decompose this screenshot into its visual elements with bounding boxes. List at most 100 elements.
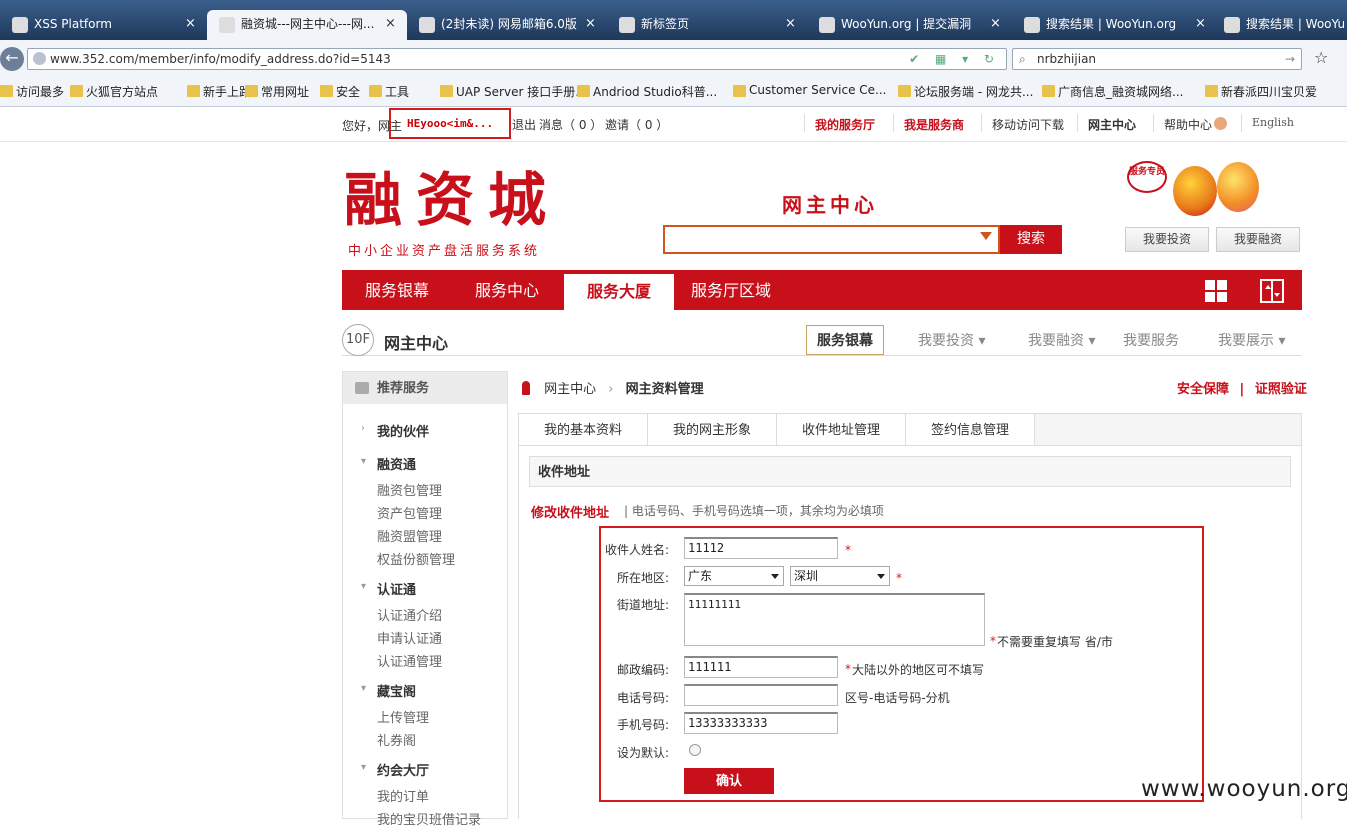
bookmark-label: Customer Service Ce... bbox=[749, 83, 887, 97]
subbar-item[interactable]: 我要融资 ▾ bbox=[1028, 330, 1095, 350]
dropdown-arrow-icon[interactable] bbox=[980, 232, 992, 240]
main-nav-item[interactable]: 服务厅区域 bbox=[676, 270, 786, 310]
sidebar-group[interactable]: 藏宝阁 bbox=[377, 681, 416, 700]
sidebar-item[interactable]: 我的订单 bbox=[377, 786, 429, 805]
sidebar-item[interactable]: 资产包管理 bbox=[377, 503, 442, 522]
bookmark-item[interactable]: 论坛服务端 - 网龙共... bbox=[898, 83, 1033, 100]
invite-link[interactable]: 邀请（ 0 ） bbox=[605, 116, 668, 133]
license-link[interactable]: 证照验证 bbox=[1255, 382, 1307, 397]
main-nav-item-active[interactable]: 服务大厦 bbox=[564, 274, 674, 310]
bookmark-item[interactable]: 新春派四川宝贝爱 bbox=[1205, 83, 1317, 100]
tab-image[interactable]: 我的网主形象 bbox=[648, 414, 777, 445]
zip-input[interactable]: 111111 bbox=[684, 656, 838, 678]
bookmark-item[interactable]: 新手上路 bbox=[187, 83, 251, 100]
grid-icon[interactable] bbox=[1204, 279, 1228, 303]
sidebar-item[interactable]: 融资盟管理 bbox=[377, 526, 442, 545]
tab-title: 新标签页 bbox=[641, 17, 690, 31]
sidebar-group[interactable]: 融资通 bbox=[377, 454, 416, 473]
street-label: 街道地址: bbox=[617, 598, 670, 612]
top-link[interactable]: 网主中心 bbox=[1088, 116, 1136, 133]
subbar-item[interactable]: 我要服务 bbox=[1123, 330, 1179, 350]
sidebar-item[interactable]: 申请认证通 bbox=[377, 628, 442, 647]
bookmark-item[interactable]: UAP Server 接口手册... bbox=[440, 83, 587, 100]
tab-basic-info[interactable]: 我的基本资料 bbox=[519, 414, 648, 445]
browser-tab[interactable]: XSS Platform × bbox=[0, 10, 207, 40]
section-title: 收件地址 bbox=[529, 456, 1291, 487]
browser-tab[interactable]: 搜索结果 | WooYu bbox=[1212, 10, 1347, 40]
bookmark-item[interactable]: Andriod Studio科普... bbox=[577, 83, 717, 100]
url-action-icons[interactable]: ✔ ▦ ▾ ↻ bbox=[909, 49, 1000, 69]
province-select[interactable]: 广东 bbox=[684, 566, 784, 586]
sidebar-group[interactable]: 约会大厅 bbox=[377, 760, 429, 779]
folder-icon bbox=[369, 85, 382, 97]
browser-tab[interactable]: 搜索结果 | WooYun.org × bbox=[1012, 10, 1217, 40]
mobile-input[interactable]: 13333333333 bbox=[684, 712, 838, 734]
subbar-item-active[interactable]: 服务银幕 bbox=[806, 325, 884, 355]
sidebar-group[interactable]: 认证通 bbox=[377, 579, 416, 598]
subbar-item[interactable]: 我要投资 ▾ bbox=[918, 330, 985, 350]
breadcrumb-home[interactable]: 网主中心 bbox=[544, 382, 596, 397]
bookmark-item[interactable]: 访问最多 bbox=[0, 83, 64, 100]
search-go-icon[interactable]: → bbox=[1285, 49, 1295, 69]
subbar-item[interactable]: 我要展示 ▾ bbox=[1218, 330, 1285, 350]
site-search-input[interactable] bbox=[663, 225, 1000, 254]
browser-tab[interactable]: (2封未读) 网易邮箱6.0版 × bbox=[407, 10, 607, 40]
center-title: 网主中心 bbox=[782, 193, 878, 217]
city-select[interactable]: 深圳 bbox=[790, 566, 890, 586]
name-input[interactable]: 11112 bbox=[684, 537, 838, 559]
back-button[interactable]: ← bbox=[0, 47, 24, 71]
site-search-button[interactable]: 搜索 bbox=[1000, 225, 1062, 254]
sidebar-item[interactable]: 上传管理 bbox=[377, 707, 429, 726]
main-nav-item[interactable]: 服务中心 bbox=[452, 270, 562, 310]
main-nav-item[interactable]: 服务银幕 bbox=[342, 270, 452, 310]
close-icon[interactable]: × bbox=[585, 10, 596, 38]
close-icon[interactable]: × bbox=[385, 10, 396, 38]
sidebar-item[interactable]: 融资包管理 bbox=[377, 480, 442, 499]
invest-button[interactable]: 我要投资 bbox=[1125, 227, 1209, 252]
elevator-icon[interactable] bbox=[1260, 279, 1284, 303]
phone-input[interactable] bbox=[684, 684, 838, 706]
tab-contract[interactable]: 签约信息管理 bbox=[906, 414, 1035, 445]
breadcrumb-current: 网主资料管理 bbox=[625, 382, 704, 397]
sidebar-item[interactable]: 认证通介绍 bbox=[377, 605, 442, 624]
bookmark-label: 安全 bbox=[336, 85, 361, 99]
close-icon[interactable]: × bbox=[1195, 10, 1206, 38]
bookmark-label: UAP Server 接口手册... bbox=[456, 85, 587, 99]
logout-link[interactable]: 退出 bbox=[512, 116, 536, 133]
browser-tab[interactable]: WooYun.org | 提交漏洞 × bbox=[807, 10, 1012, 40]
site-logo[interactable]: 融资城 bbox=[344, 168, 560, 232]
bookmark-item[interactable]: 常用网址 bbox=[245, 83, 309, 100]
security-link[interactable]: 安全保障 bbox=[1177, 382, 1229, 397]
browser-search-input[interactable]: ⌕ nrbzhijian → bbox=[1012, 48, 1302, 70]
bookmark-label: 访问最多 bbox=[16, 85, 65, 99]
top-link[interactable]: 帮助中心 bbox=[1164, 116, 1212, 133]
browser-tab-active[interactable]: 融资城---网主中心---网... × bbox=[207, 10, 407, 40]
bookmark-star-icon[interactable]: ☆ bbox=[1314, 48, 1328, 67]
street-textarea[interactable]: 11111111 bbox=[684, 593, 985, 646]
url-bar[interactable]: www.352.com/member/info/modify_address.d… bbox=[27, 48, 1007, 70]
help-arrow-icon[interactable] bbox=[1214, 117, 1227, 130]
top-link[interactable]: 我是服务商 bbox=[904, 116, 964, 133]
bookmark-item[interactable]: 工具 bbox=[369, 83, 409, 100]
finance-button[interactable]: 我要融资 bbox=[1216, 227, 1300, 252]
username-link[interactable]: HEyooo<im&... bbox=[407, 117, 493, 130]
sidebar-group[interactable]: 我的伙伴 bbox=[377, 421, 429, 440]
close-icon[interactable]: × bbox=[785, 10, 796, 38]
top-link[interactable]: 移动访问下载 bbox=[992, 116, 1064, 133]
bookmark-item[interactable]: 安全 bbox=[320, 83, 360, 100]
bookmark-item[interactable]: 火狐官方站点 bbox=[70, 83, 158, 100]
bookmark-item[interactable]: Customer Service Ce... bbox=[733, 83, 886, 97]
default-radio[interactable] bbox=[689, 744, 701, 756]
top-link[interactable]: 我的服务厅 bbox=[815, 116, 875, 133]
sidebar-item[interactable]: 权益份额管理 bbox=[377, 549, 455, 568]
browser-tab[interactable]: 新标签页 × bbox=[607, 10, 807, 40]
sidebar-item[interactable]: 认证通管理 bbox=[377, 651, 442, 670]
messages-link[interactable]: 消息（ 0 ） bbox=[539, 116, 602, 133]
close-icon[interactable]: × bbox=[185, 10, 196, 38]
close-icon[interactable]: × bbox=[990, 10, 1001, 38]
confirm-button[interactable]: 确认 bbox=[684, 768, 774, 794]
sidebar-item[interactable]: 礼券阁 bbox=[377, 730, 416, 749]
tab-address[interactable]: 收件地址管理 bbox=[777, 414, 906, 445]
top-link[interactable]: English bbox=[1252, 116, 1294, 129]
bookmark-item[interactable]: 广商信息_融资城网络... bbox=[1042, 83, 1183, 100]
